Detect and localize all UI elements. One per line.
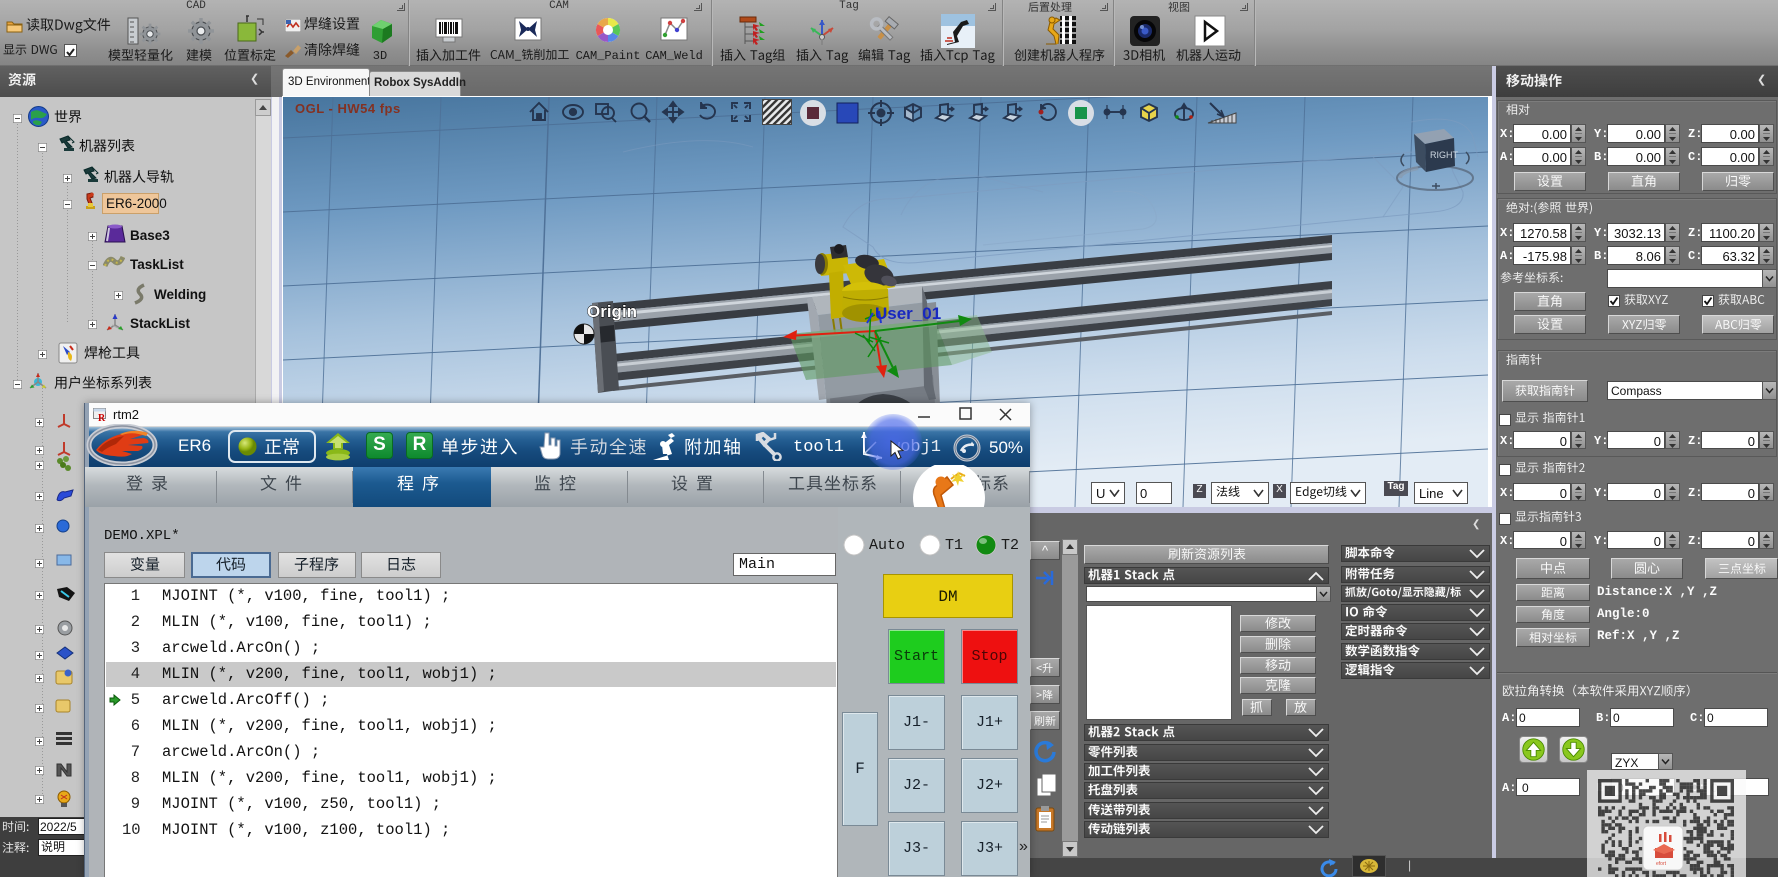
svg-text:Origin: Origin — [587, 302, 637, 321]
svg-text:User_01: User_01 — [875, 304, 941, 323]
svg-text:efort: efort — [1656, 861, 1667, 867]
svg-text:R: R — [98, 413, 106, 422]
svg-text:RIGHT: RIGHT — [1430, 150, 1459, 160]
